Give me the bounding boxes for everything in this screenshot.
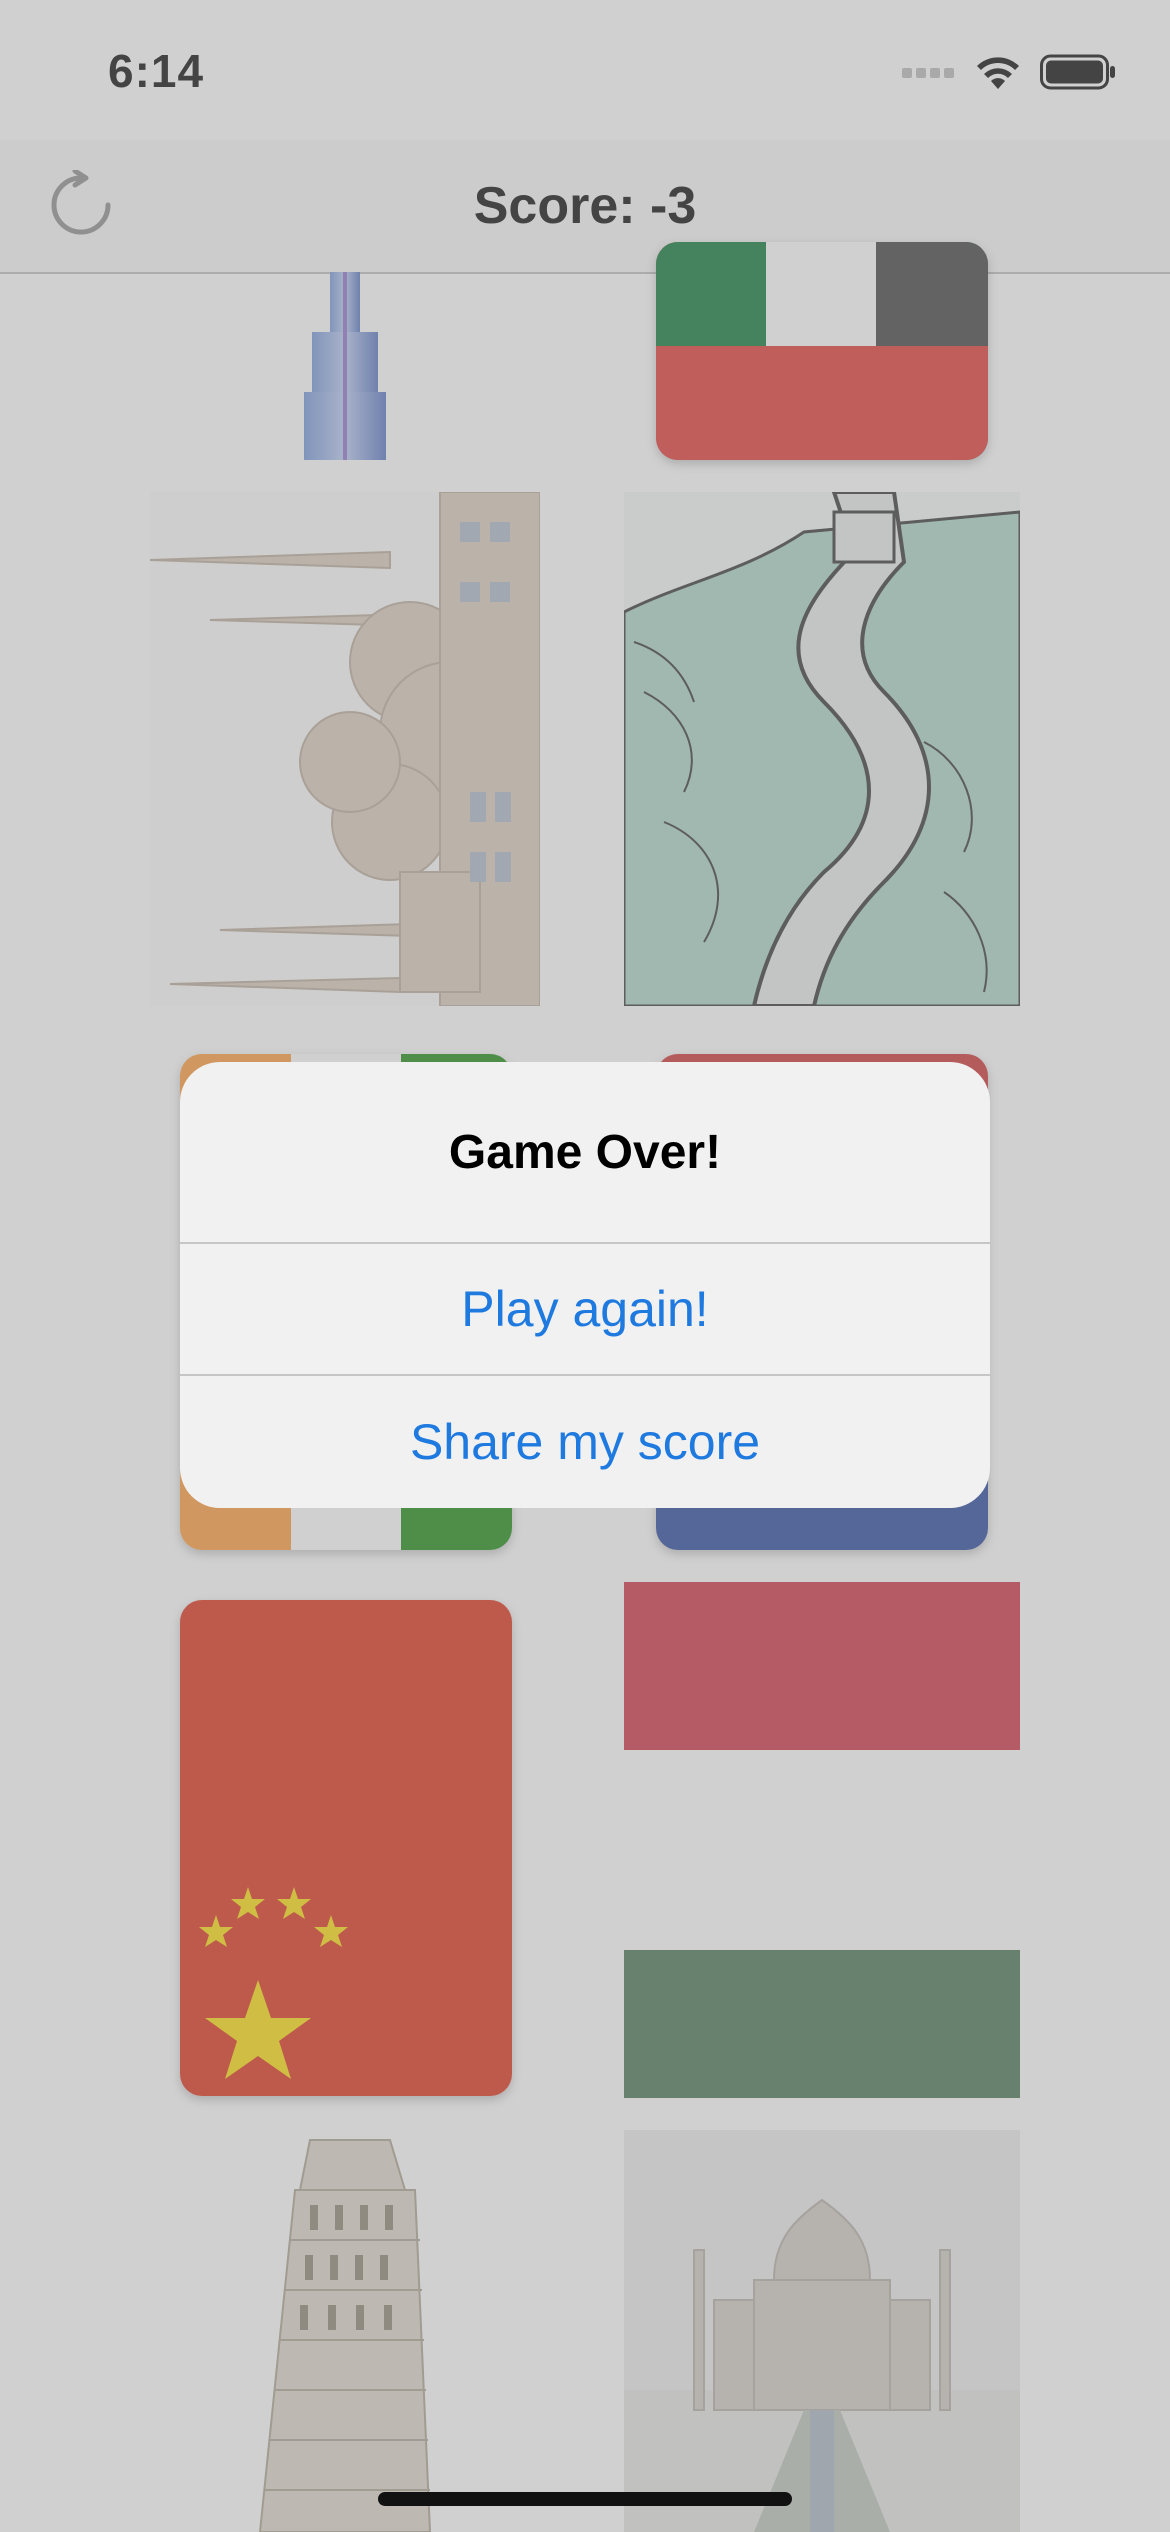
home-indicator[interactable]	[378, 2492, 792, 2506]
share-score-button[interactable]: Share my score	[180, 1376, 990, 1508]
alert-title: Game Over!	[448, 1125, 722, 1179]
play-again-button[interactable]: Play again!	[180, 1244, 990, 1374]
app-screen: 6:14 Score: -3 Game Over! Play again! Sh…	[0, 0, 1170, 2532]
game-over-alert: Game Over! Play again! Share my score	[180, 1062, 990, 1508]
